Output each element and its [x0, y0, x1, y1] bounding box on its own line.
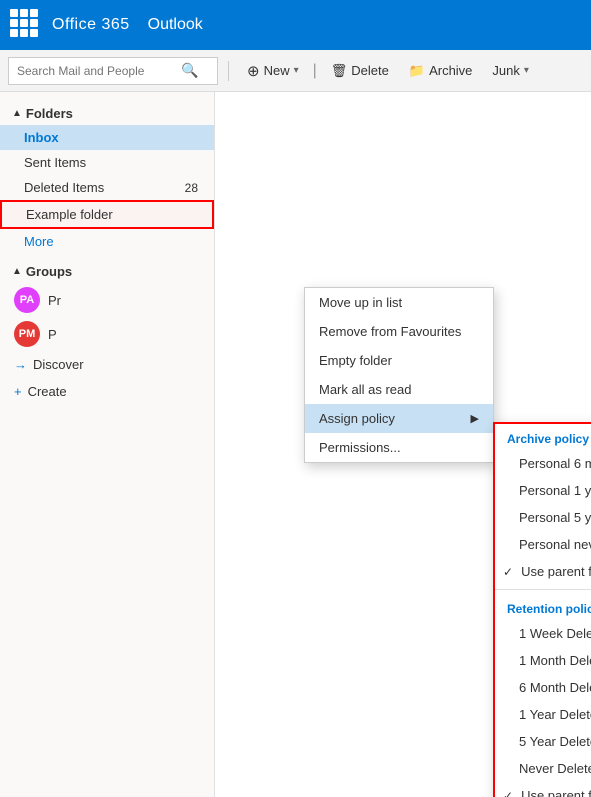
inbox-label: Inbox: [24, 130, 59, 145]
create-plus-icon: +: [14, 384, 22, 399]
submenu-archive-item-3[interactable]: Personal never move to archive (Never): [495, 531, 591, 558]
app-name: Outlook: [148, 16, 203, 34]
junk-dropdown-icon[interactable]: ▾: [524, 65, 529, 76]
context-menu-permissions[interactable]: Permissions...: [305, 433, 493, 462]
submenu-retention-item-4[interactable]: 5 Year Delete (5 years): [495, 728, 591, 755]
submenu-retention-item-2[interactable]: 6 Month Delete (6 months): [495, 674, 591, 701]
submenu-retention-item-0[interactable]: 1 Week Delete (7 days): [495, 620, 591, 647]
top-bar: Office 365 Outlook: [0, 0, 591, 50]
archive-button[interactable]: 📁 Archive: [401, 59, 481, 83]
context-menu-empty[interactable]: Empty folder: [305, 346, 493, 375]
toolbar-separator: [228, 61, 229, 81]
delete-label: Delete: [351, 63, 389, 78]
new-label: New: [264, 63, 290, 78]
groups-chevron-icon: ▲: [12, 266, 22, 277]
search-icon[interactable]: 🔍: [181, 62, 198, 79]
submenu-retention-item-5[interactable]: Never Delete (Never): [495, 755, 591, 782]
toolbar: 🔍 ⊕ New ▾ | 🗑 Delete 📁 Archive Junk ▾: [0, 50, 591, 92]
sidebar-item-example[interactable]: Example folder: [0, 200, 214, 229]
sidebar-item-inbox[interactable]: Inbox: [0, 125, 214, 150]
sidebar: ▲ Folders Inbox Sent Items Deleted Items…: [0, 92, 215, 797]
groups-header[interactable]: ▲ Groups: [0, 260, 214, 283]
context-menu-remove-fav[interactable]: Remove from Favourites: [305, 317, 493, 346]
context-menu: Move up in list Remove from Favourites E…: [304, 287, 494, 463]
submenu-archive-item-2[interactable]: Personal 5 year move to archive (5 years…: [495, 504, 591, 531]
submenu-retention-checked[interactable]: Use parent folder policy: [495, 782, 591, 797]
sent-label: Sent Items: [24, 155, 86, 170]
sidebar-item-more[interactable]: More: [0, 229, 214, 254]
new-button[interactable]: ⊕ New ▾: [239, 58, 307, 84]
archive-icon: 📁: [409, 63, 425, 79]
app-title: Office 365: [52, 16, 130, 34]
junk-button[interactable]: Junk ▾: [484, 59, 537, 82]
main-layout: ▲ Folders Inbox Sent Items Deleted Items…: [0, 92, 591, 797]
submenu-retention-item-3[interactable]: 1 Year Delete (1 year): [495, 701, 591, 728]
submenu: Archive policy Personal 6 month move to …: [493, 422, 591, 797]
sidebar-discover[interactable]: → Discover: [0, 351, 214, 378]
group-pm-avatar: PM: [14, 321, 40, 347]
group-pm-name: P: [48, 327, 57, 342]
sidebar-item-deleted[interactable]: Deleted Items 28: [0, 175, 214, 200]
sidebar-item-sent[interactable]: Sent Items: [0, 150, 214, 175]
submenu-arrow-icon: ▶: [471, 412, 479, 425]
delete-icon: 🗑: [331, 63, 348, 79]
deleted-label: Deleted Items: [24, 180, 104, 195]
context-menu-assign-policy[interactable]: Assign policy ▶: [305, 404, 493, 433]
sidebar-create[interactable]: + Create: [0, 378, 214, 405]
search-box[interactable]: 🔍: [8, 57, 218, 85]
example-label: Example folder: [26, 207, 113, 222]
folders-chevron-icon: ▲: [12, 108, 22, 119]
archive-policy-header: Archive policy: [495, 424, 591, 450]
retention-policy-header: Retention policy: [495, 594, 591, 620]
waffle-icon[interactable]: [10, 9, 42, 41]
group-pa-name: Pr: [48, 293, 61, 308]
search-input[interactable]: [17, 64, 177, 78]
submenu-divider: [495, 589, 591, 590]
content-area: Move up in list Remove from Favourites E…: [215, 92, 591, 797]
new-dropdown-icon[interactable]: ▾: [294, 65, 299, 76]
folders-header[interactable]: ▲ Folders: [0, 102, 214, 125]
submenu-archive-item-0[interactable]: Personal 6 month move to archive (7 mont…: [495, 450, 591, 477]
junk-label: Junk: [492, 63, 519, 78]
discover-arrow-icon: →: [14, 357, 27, 372]
sidebar-group-pa[interactable]: PA Pr: [0, 283, 214, 317]
submenu-retention-item-1[interactable]: 1 Month Delete (1 month): [495, 647, 591, 674]
delete-button[interactable]: 🗑 Delete: [323, 59, 397, 83]
context-menu-mark-read[interactable]: Mark all as read: [305, 375, 493, 404]
sidebar-group-pm[interactable]: PM P: [0, 317, 214, 351]
deleted-badge: 28: [185, 181, 198, 195]
new-icon: ⊕: [247, 62, 260, 80]
toolbar-pipe: |: [313, 62, 317, 80]
archive-label: Archive: [429, 63, 472, 78]
submenu-archive-item-1[interactable]: Personal 1 year move to archive (1 year): [495, 477, 591, 504]
group-pa-avatar: PA: [14, 287, 40, 313]
submenu-archive-checked[interactable]: Use parent folder policy: [495, 558, 591, 585]
context-menu-move-up[interactable]: Move up in list: [305, 288, 493, 317]
